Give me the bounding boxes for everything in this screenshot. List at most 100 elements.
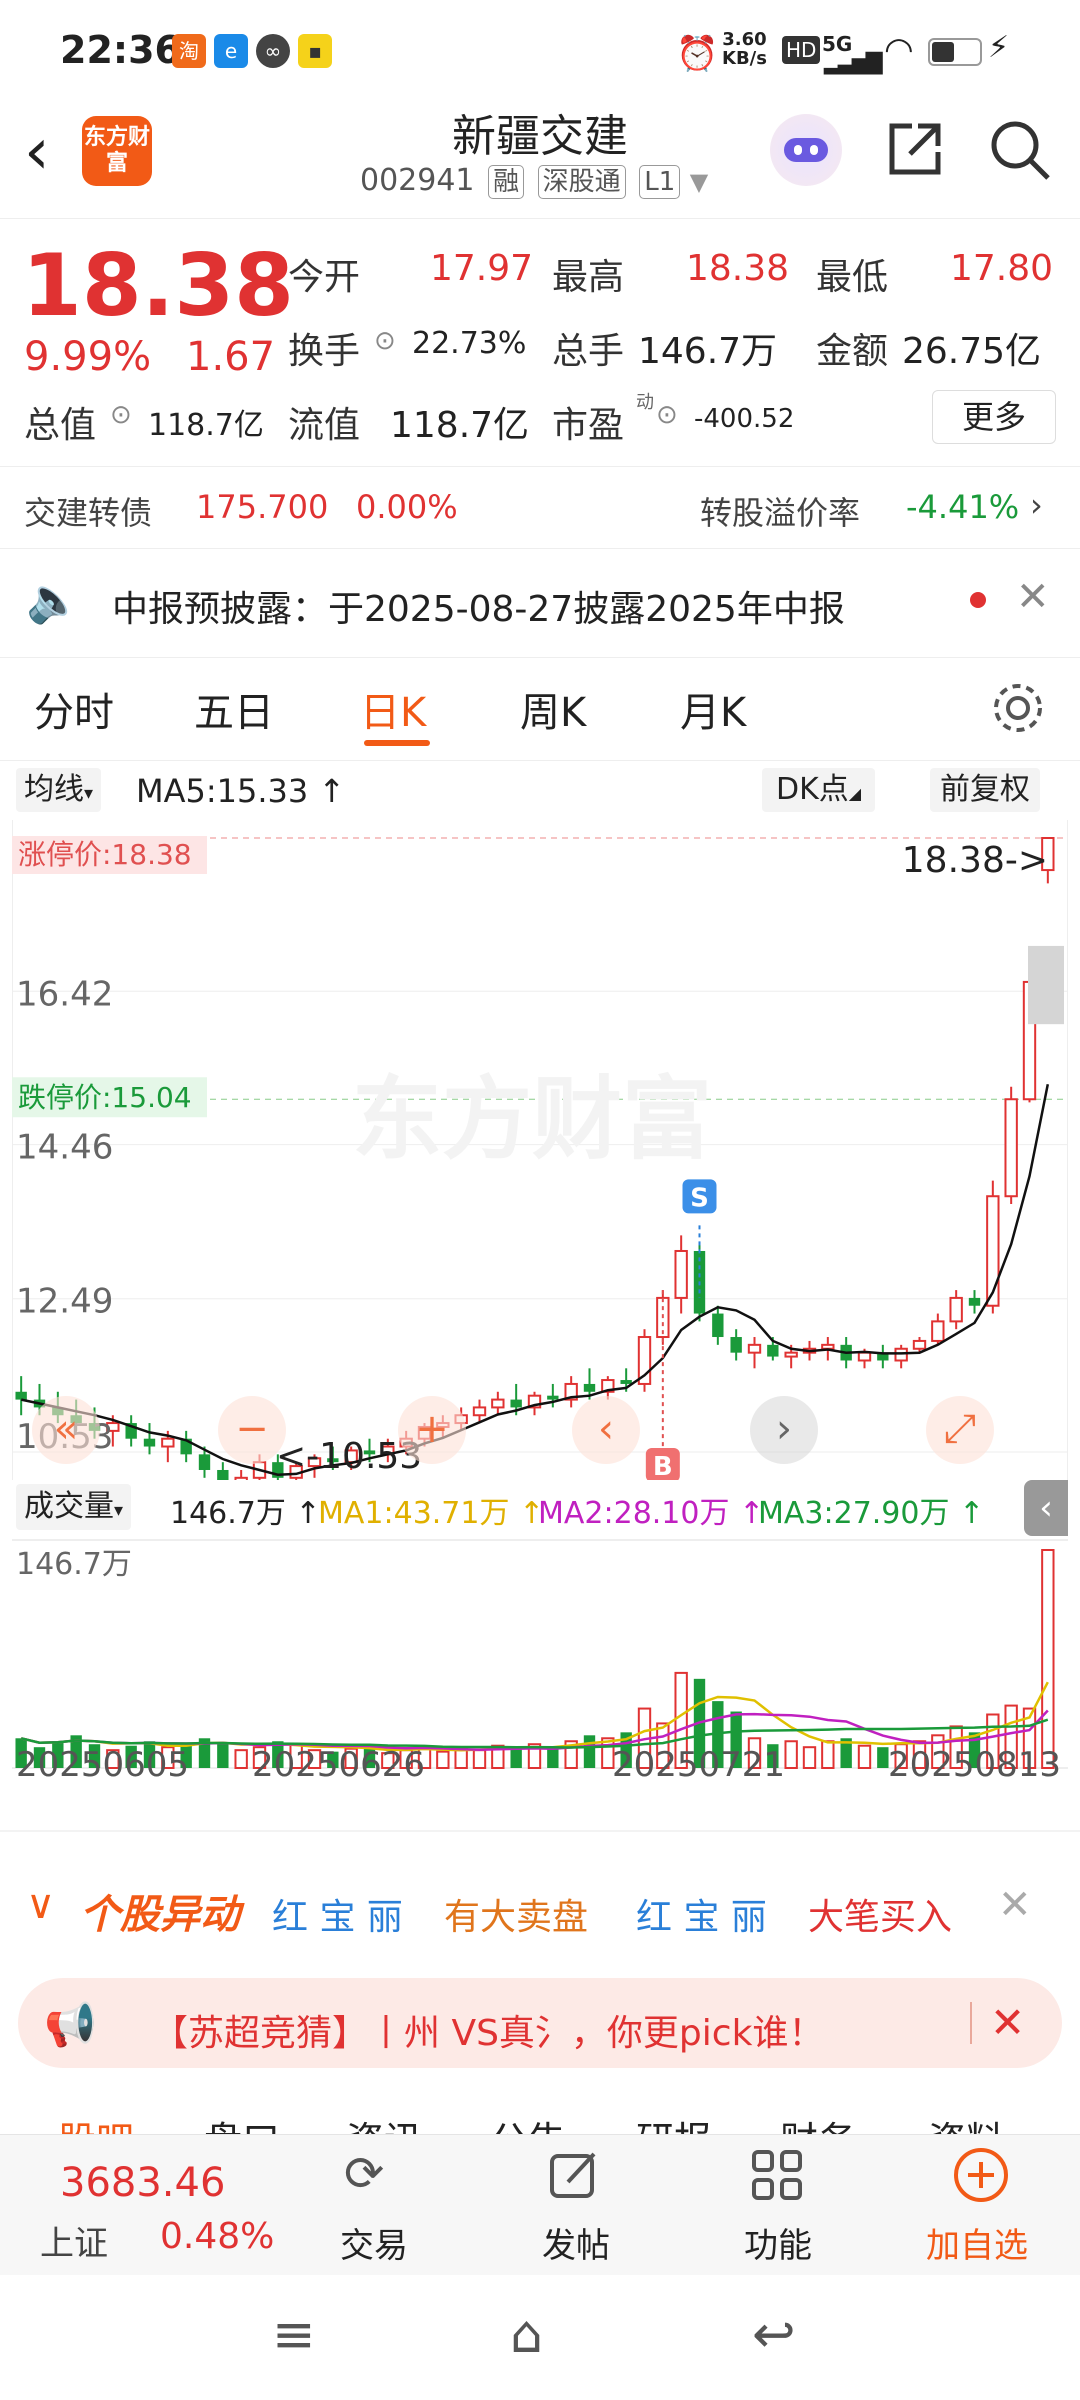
volume-chart[interactable]: 146.7万 20250605 20250626 20250721 20250813 — [12, 1539, 1068, 1785]
candle-body — [15, 1391, 27, 1400]
dk-button[interactable]: DK点◢ — [762, 768, 876, 812]
chevron-right-icon[interactable]: › — [1030, 486, 1043, 524]
alert-item[interactable]: 红 宝 丽 — [272, 1888, 403, 1940]
volume-bar — [454, 1747, 468, 1769]
bond-name[interactable]: 交建转债 — [24, 488, 152, 534]
return-icon[interactable]: ↩ — [752, 2305, 796, 2365]
candle-body — [931, 1320, 945, 1342]
sub-tab[interactable]: 资讯 — [346, 2110, 422, 2134]
vol-ma3: MA3:27.90万 ↑ — [758, 1496, 985, 1531]
more-quote-button[interactable]: 更多 — [932, 390, 1056, 444]
nav-function[interactable]: 功能 — [744, 2218, 812, 2267]
zoom-out-icon-glyph[interactable]: − — [235, 1406, 269, 1452]
mktcap-value: 118.7亿 — [148, 408, 264, 443]
chevron-down-icon[interactable]: ∨ — [26, 1882, 55, 1928]
premium-value[interactable]: -4.41% — [906, 488, 1019, 526]
candle-body — [857, 1351, 872, 1362]
next-icon[interactable]: › — [750, 1396, 818, 1464]
status-bar: 22:36 淘 e ∞ ▪ ⏰ 3.60 KB/s HD 5G ▂▃▅▇ ◠ ⚡ — [0, 0, 1080, 100]
nav-trade[interactable]: 交易 — [340, 2218, 408, 2267]
home-icon[interactable]: ⌂ — [510, 2305, 543, 2365]
ma5-value: MA5:15.33 ↑ — [136, 772, 346, 810]
scroll-left-icon-glyph[interactable]: « — [54, 1406, 78, 1452]
notice-text[interactable]: 中报预披露：于2025-08-27披露2025年中报 — [112, 580, 845, 632]
collapse-icon[interactable]: ‹ — [1024, 1480, 1068, 1536]
fullscreen-icon-glyph[interactable]: ⤢ — [944, 1406, 976, 1452]
prev-icon-glyph[interactable]: ‹ — [598, 1406, 614, 1452]
prev-icon[interactable]: ‹ — [572, 1396, 640, 1464]
menu-icon[interactable]: ≡ — [272, 2305, 316, 2365]
robot-avatar-icon[interactable] — [770, 114, 842, 186]
tab-five-day[interactable]: 五日 — [194, 680, 274, 738]
grid-icon — [752, 2150, 802, 2200]
tab-intraday[interactable]: 分时 — [34, 680, 114, 738]
candle-body — [730, 1337, 742, 1353]
alert-item[interactable]: 有大卖盘 — [444, 1888, 588, 1940]
volume-label: 总手 — [552, 331, 625, 372]
stock-subinfo[interactable]: 002941 融 深股通 L1 ▼ — [360, 163, 708, 199]
sub-tab[interactable]: 股吧 — [58, 2110, 134, 2134]
sub-tab[interactable]: 盘口 — [204, 2110, 280, 2134]
candle-body — [198, 1454, 211, 1470]
volume-bar — [802, 1746, 817, 1769]
index-name: 上证 — [40, 2224, 108, 2264]
zoom-in-icon[interactable]: + — [398, 1396, 466, 1464]
promo-text[interactable]: 【苏超竞猜】丨州 VS真氵，你更pick谁！ — [152, 2004, 824, 2056]
pe-label: 市盈 — [552, 405, 625, 446]
candle-body — [491, 1398, 505, 1409]
float-value: 118.7亿 — [390, 405, 530, 446]
candle-body — [712, 1313, 724, 1338]
vol-max-label: 146.7万 — [16, 1547, 132, 1582]
y-tick-label: 12.49 — [16, 1282, 113, 1322]
info-icon[interactable]: ⊙ — [110, 400, 132, 430]
gear-icon[interactable] — [990, 680, 1046, 736]
wifi-icon: ◠ — [884, 30, 914, 70]
tab-daily-k[interactable]: 日K — [360, 680, 426, 738]
volume-bar — [784, 1740, 798, 1770]
alert-item[interactable]: 大笔买入 — [808, 1888, 952, 1940]
search-icon[interactable] — [988, 118, 1052, 182]
close-icon[interactable]: ✕ — [1016, 574, 1050, 620]
scroll-left-icon[interactable]: « — [32, 1396, 100, 1464]
x-tick-label: 20250813 — [888, 1745, 1061, 1785]
index-pct: 0.48% — [160, 2216, 275, 2257]
share-icon[interactable] — [884, 118, 946, 180]
sub-tab[interactable]: 公告 — [490, 2110, 566, 2134]
zoom-in-icon-glyph[interactable]: + — [415, 1406, 449, 1452]
nav-add-watchlist[interactable]: 加自选 — [926, 2218, 1028, 2267]
bond-pct: 0.00% — [356, 488, 458, 526]
sub-tab[interactable]: 研报 — [636, 2110, 712, 2134]
alert-item[interactable]: 红 宝 丽 — [636, 1888, 767, 1940]
fullscreen-icon[interactable]: ⤢ — [926, 1396, 994, 1464]
tab-monthly-k[interactable]: 月K — [680, 680, 746, 738]
info-icon[interactable]: ⊙ — [656, 400, 678, 430]
sub-tab[interactable]: 资料 — [928, 2110, 1004, 2134]
index-value[interactable]: 3683.46 — [60, 2160, 225, 2206]
net-speed: 3.60 KB/s — [722, 29, 767, 69]
nav-post[interactable]: 发帖 — [542, 2218, 610, 2267]
x-tick-label: 20250721 — [612, 1745, 785, 1785]
watermark-logo: 东方财富 — [352, 1067, 712, 1172]
amount-value: 26.75亿 — [902, 331, 1042, 372]
next-icon-glyph[interactable]: › — [776, 1406, 792, 1452]
volume-now: 146.7万 ↑ — [170, 1496, 321, 1531]
candle-body — [821, 1343, 835, 1350]
volume-bar — [472, 1749, 487, 1770]
volume-select[interactable]: 成交量▾ — [16, 1484, 132, 1530]
divider — [970, 2002, 972, 2044]
volume-bar — [821, 1740, 835, 1770]
tab-weekly-k[interactable]: 周K — [520, 680, 586, 738]
close-icon[interactable]: ✕ — [990, 1998, 1025, 2047]
info-icon[interactable]: ⊙ — [374, 326, 396, 356]
kline-chart[interactable]: 东方财富16.4214.4612.4910.53涨停价:18.38跌停价:15.… — [12, 820, 1068, 1480]
high-value: 18.38 — [686, 248, 790, 289]
chevron-down-icon: ▼ — [689, 168, 709, 196]
adjust-button[interactable]: 前复权 — [930, 768, 1040, 812]
selection-highlight — [1028, 945, 1064, 1025]
ma-select[interactable]: 均线▾ — [16, 768, 102, 812]
sub-tab[interactable]: 财务 — [780, 2110, 856, 2134]
zoom-out-icon[interactable]: − — [218, 1396, 286, 1464]
close-icon[interactable]: ✕ — [998, 1882, 1032, 1928]
alarm-icon: ⏰ — [676, 34, 719, 74]
change-percent: 9.99% — [24, 334, 152, 380]
